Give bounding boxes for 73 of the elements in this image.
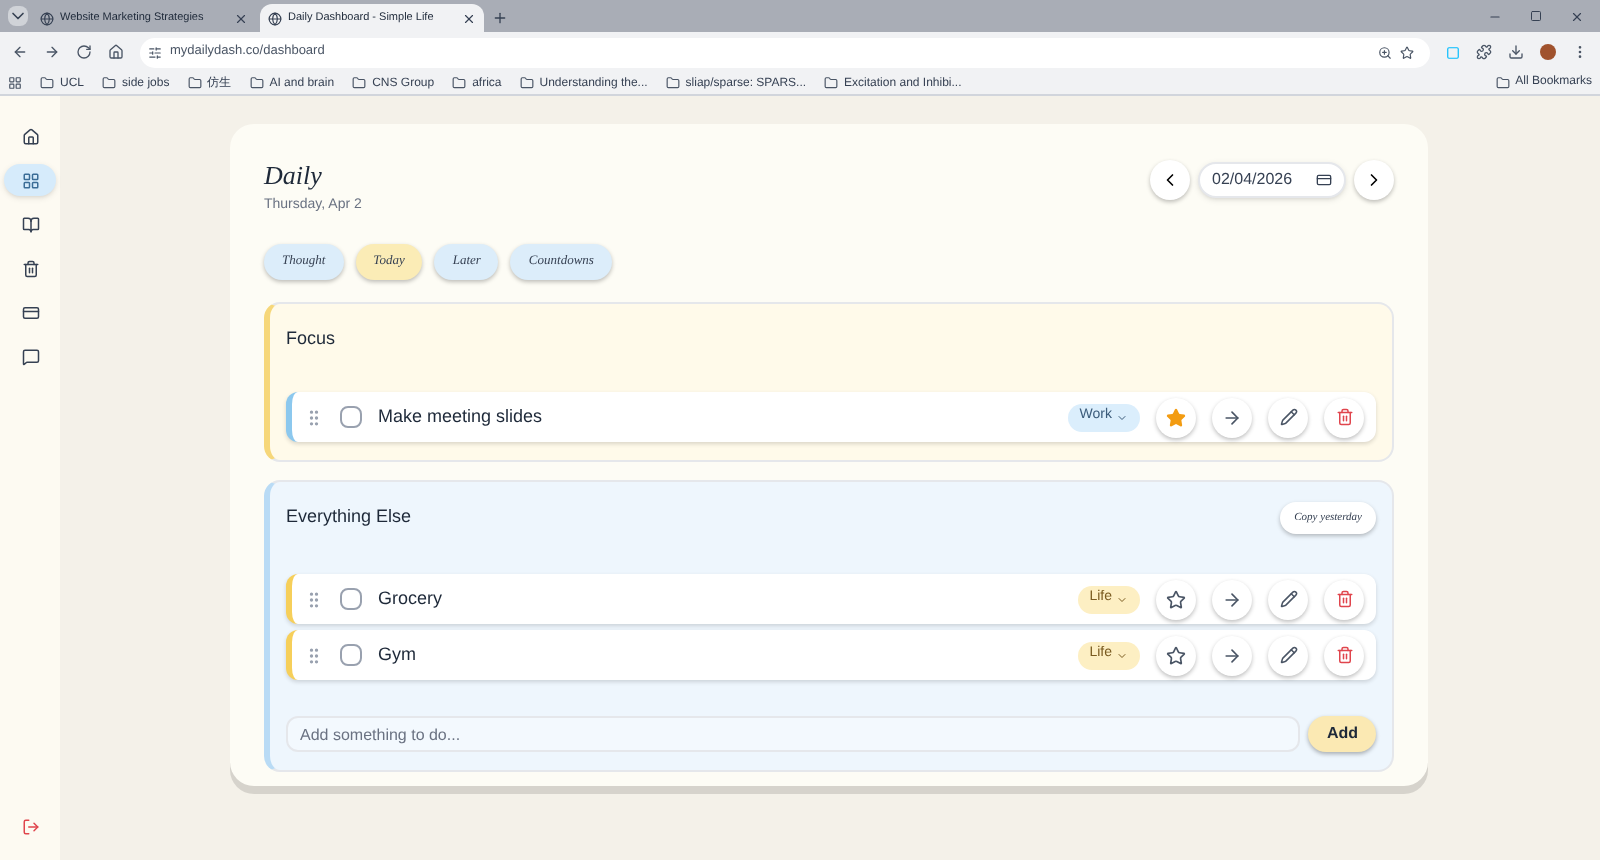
back-icon[interactable]	[12, 44, 28, 60]
task-text: Make meeting slides	[378, 403, 545, 430]
trash-icon	[1335, 590, 1353, 608]
arrow-right-icon	[1222, 407, 1242, 427]
zoom-icon[interactable]	[1378, 45, 1392, 59]
folder-icon	[102, 76, 117, 90]
task-text: Gym	[378, 641, 418, 668]
chevron-down-icon	[1116, 411, 1128, 423]
add-button[interactable]: Add	[1308, 716, 1376, 752]
chevron-down-icon	[1116, 593, 1128, 605]
folder-icon	[40, 76, 54, 90]
apps-icon[interactable]	[8, 76, 22, 90]
star-button[interactable]	[1156, 635, 1196, 675]
move-button[interactable]	[1212, 397, 1252, 437]
bookmark-star-icon[interactable]	[1400, 45, 1414, 59]
task-text: Grocery	[378, 585, 445, 612]
star-icon	[1166, 645, 1186, 665]
section-title: Focus	[286, 326, 338, 353]
arrow-right-icon	[1222, 589, 1242, 609]
add-task-field[interactable]: Add something to do...	[286, 716, 1301, 752]
download-icon[interactable]	[1508, 44, 1524, 60]
home-icon[interactable]	[108, 44, 124, 60]
checkbox[interactable]	[340, 644, 362, 666]
delete-button[interactable]	[1324, 397, 1364, 437]
pencil-icon	[1279, 590, 1297, 608]
chevron-down-icon	[1116, 649, 1128, 661]
delete-button[interactable]	[1324, 579, 1364, 619]
star-button[interactable]	[1156, 579, 1196, 619]
edit-button[interactable]	[1268, 397, 1308, 437]
new-tab-icon[interactable]	[492, 10, 508, 26]
star-button[interactable]	[1156, 397, 1196, 437]
drag-handle-icon[interactable]	[304, 589, 324, 609]
folder-icon	[352, 76, 367, 90]
site-icon	[40, 11, 54, 25]
move-button[interactable]	[1212, 635, 1252, 675]
folder-icon	[824, 76, 839, 90]
close-icon[interactable]	[234, 11, 248, 25]
site-icon	[268, 11, 282, 25]
site-info-icon[interactable]	[148, 45, 162, 59]
trash-icon	[1335, 646, 1353, 664]
edit-button[interactable]	[1268, 579, 1308, 619]
edit-button[interactable]	[1268, 635, 1308, 675]
close-icon[interactable]	[1570, 10, 1584, 24]
page-title: Daily	[264, 158, 324, 194]
checkbox[interactable]	[340, 588, 362, 610]
maximize-icon[interactable]	[1530, 10, 1542, 22]
reload-icon[interactable]	[76, 44, 92, 60]
delete-button[interactable]	[1324, 635, 1364, 675]
drag-handle-icon[interactable]	[304, 407, 324, 427]
folder-icon	[452, 76, 467, 90]
folder-icon	[665, 76, 680, 90]
folder-icon	[519, 76, 534, 90]
star-icon	[1166, 407, 1186, 427]
star-icon	[1166, 589, 1186, 609]
pencil-icon	[1279, 646, 1297, 664]
trash-icon	[1335, 408, 1353, 426]
tab-search-icon[interactable]	[8, 6, 28, 26]
pencil-icon	[1279, 408, 1297, 426]
profile-avatar[interactable]	[1540, 44, 1556, 60]
grid-icon[interactable]	[4, 164, 56, 196]
section-title: Everything Else	[286, 504, 414, 531]
close-icon[interactable]	[462, 11, 476, 25]
folder-icon	[187, 76, 202, 90]
checkbox[interactable]	[340, 406, 362, 428]
drag-handle-icon[interactable]	[304, 645, 324, 665]
folder-icon	[249, 76, 264, 90]
date-field[interactable]: 02/04/2026	[1198, 162, 1346, 198]
folder-icon	[1495, 76, 1510, 90]
arrow-right-icon	[1222, 645, 1242, 665]
move-button[interactable]	[1212, 579, 1252, 619]
extensions-icon[interactable]	[1476, 44, 1492, 60]
logout-icon[interactable]	[21, 818, 39, 836]
forward-icon[interactable]	[44, 44, 60, 60]
